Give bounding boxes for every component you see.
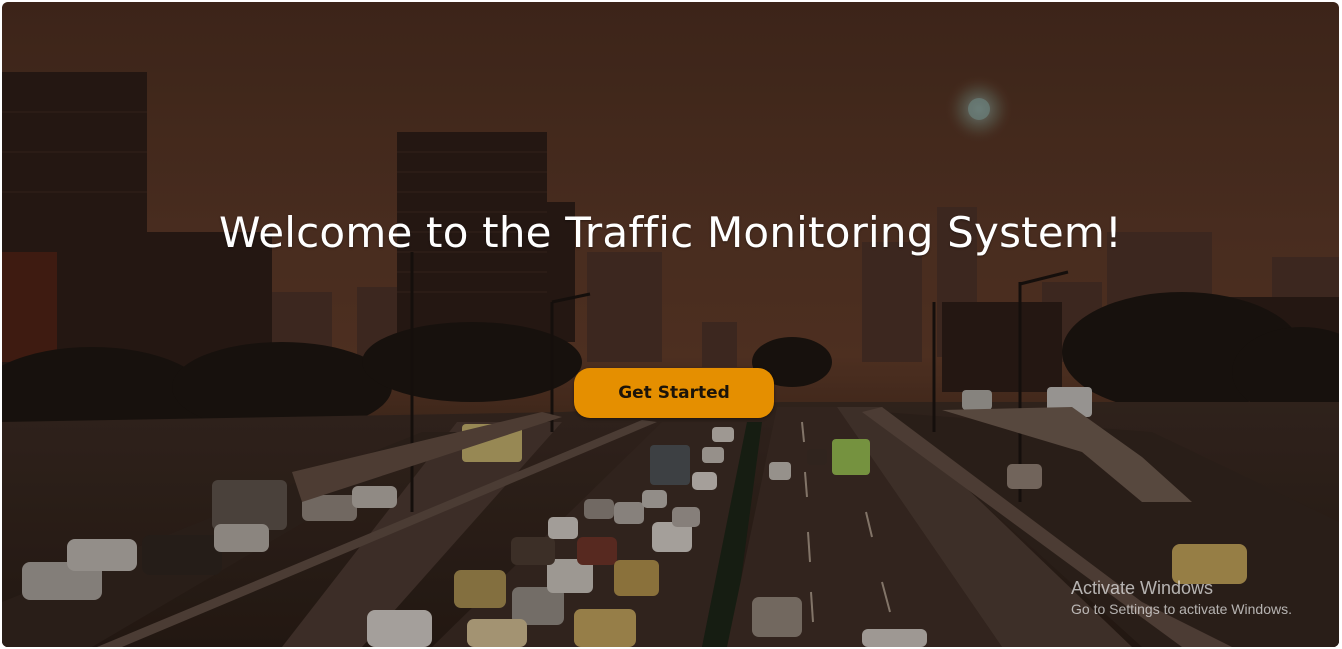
activate-windows-subtitle: Go to Settings to activate Windows. [1071, 601, 1292, 617]
hero-section: Welcome to the Traffic Monitoring System… [2, 2, 1339, 647]
activate-windows-title: Activate Windows [1071, 578, 1214, 598]
get-started-button[interactable]: Get Started [574, 368, 774, 418]
dark-overlay [2, 2, 1339, 647]
activate-windows-watermark: Activate Windows Go to Settings to activ… [1071, 577, 1292, 619]
hero-title: Welcome to the Traffic Monitoring System… [218, 208, 1123, 257]
